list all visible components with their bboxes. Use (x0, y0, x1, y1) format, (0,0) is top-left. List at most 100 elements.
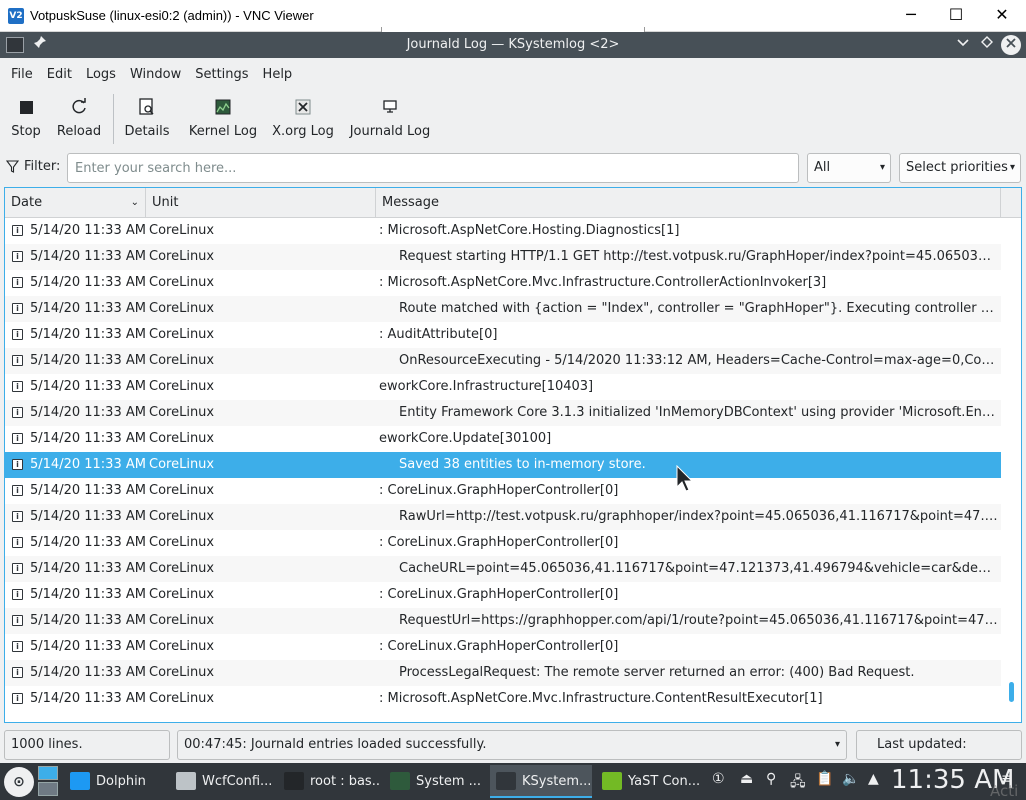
cell-message: : Microsoft.AspNetCore.Hosting.Diagnosti… (379, 223, 680, 238)
column-header-date[interactable]: Date ⌄ (5, 188, 146, 218)
cell-date: 5/14/20 11:33 AM (30, 535, 146, 550)
table-row[interactable]: i 5/14/20 11:33 AM CoreLinux: CoreLinux.Gr… (5, 582, 1001, 608)
vnc-close-button[interactable]: ✕ (979, 0, 1025, 32)
info-priority-icon: i (12, 277, 23, 288)
table-row[interactable]: i 5/14/20 11:33 AM CoreLinux: CoreLinux.Gr… (5, 530, 1001, 556)
filter-scope-select[interactable]: All ▾ (807, 153, 891, 183)
log-table[interactable]: Date ⌄ Unit Message i 5/14/20 11:33 AM Cor… (4, 187, 1022, 723)
vnc-minimize-button[interactable]: ─ (888, 0, 934, 32)
reload-button[interactable]: Reload (56, 90, 102, 148)
cell-date: 5/14/20 11:33 AM (30, 275, 146, 290)
table-row[interactable]: i 5/14/20 11:33 AM CoreLinux: Microsoft.As… (5, 218, 1001, 244)
scrollbar-handle[interactable] (1009, 682, 1014, 702)
cell-date: 5/14/20 11:33 AM (30, 457, 146, 472)
activation-watermark: Acti (990, 782, 1019, 800)
taskbar-task[interactable]: WcfConfi... (170, 765, 274, 798)
cell-date: 5/14/20 11:33 AM (30, 431, 146, 446)
info-priority-icon: i (12, 329, 23, 340)
cell-unit: CoreLinux (149, 405, 215, 420)
cell-date: 5/14/20 11:33 AM (30, 379, 146, 394)
cell-date: 5/14/20 11:33 AM (30, 561, 146, 576)
task-label: KSystem... (522, 774, 592, 789)
reload-label: Reload (56, 124, 102, 139)
table-row[interactable]: i 5/14/20 11:33 AM CoreLinux Saved 38 entit… (5, 452, 1001, 478)
expand-tray-icon[interactable]: ▲ (868, 771, 879, 787)
table-row[interactable]: i 5/14/20 11:33 AM CoreLinux: CoreLinux.Gr… (5, 634, 1001, 660)
cell-message: ProcessLegalRequest: The remote server r… (399, 665, 915, 680)
vertical-scrollbar[interactable] (1003, 218, 1021, 722)
table-row[interactable]: i 5/14/20 11:33 AM CoreLinux eworkCore.Upda… (5, 426, 1001, 452)
cell-unit: CoreLinux (149, 613, 215, 628)
cell-message: Route matched with {action = "Index", co… (399, 301, 999, 316)
status-history-select[interactable]: 00:47:45: Journald entries loaded succes… (177, 730, 847, 760)
search-input[interactable] (67, 153, 799, 183)
minimize-button[interactable] (953, 34, 973, 56)
usb-icon[interactable]: ⚲ (766, 771, 776, 787)
details-label: Details (124, 124, 170, 139)
cell-message: : CoreLinux.GraphHoperController[0] (379, 639, 619, 654)
table-row[interactable]: i 5/14/20 11:33 AM CoreLinux Request starti… (5, 244, 1001, 270)
table-row[interactable]: i 5/14/20 11:33 AM CoreLinux eworkCore.Infr… (5, 374, 1001, 400)
table-row[interactable]: i 5/14/20 11:33 AM CoreLinux Route matched … (5, 296, 1001, 322)
table-row[interactable]: i 5/14/20 11:33 AM CoreLinux: Microsoft.As… (5, 270, 1001, 296)
taskbar-task[interactable]: KSystem... (490, 765, 592, 798)
info-priority-icon: i (12, 537, 23, 548)
info-priority-icon: i (12, 381, 23, 392)
menu-help[interactable]: Help (256, 67, 300, 82)
task-label: System ... (416, 774, 482, 789)
keep-above-button[interactable] (977, 34, 997, 56)
filter-bar: Filter: All ▾ Select priorities ▾ (0, 152, 1026, 184)
column-header-message[interactable]: Message (376, 188, 1001, 218)
volume-icon[interactable]: 🔈 (842, 771, 859, 787)
priority-select[interactable]: Select priorities ▾ (899, 153, 1021, 183)
menu-settings[interactable]: Settings (188, 67, 255, 82)
cell-unit: CoreLinux (149, 353, 215, 368)
stop-button[interactable]: Stop (8, 90, 44, 148)
clipboard-icon[interactable]: 📋 (816, 771, 833, 787)
xorg-log-button[interactable]: X.org Log (272, 90, 334, 148)
taskbar-task[interactable]: YaST Con... (596, 765, 700, 798)
taskbar-task[interactable]: root : bas... (278, 765, 380, 798)
status-message: 00:47:45: Journald entries loaded succes… (184, 737, 487, 752)
column-header-unit[interactable]: Unit (146, 188, 376, 218)
menu-logs[interactable]: Logs (79, 67, 123, 82)
table-row[interactable]: i 5/14/20 11:33 AM CoreLinux Entity Framewo… (5, 400, 1001, 426)
table-row[interactable]: i 5/14/20 11:33 AM CoreLinux: CoreLinux.Gr… (5, 478, 1001, 504)
table-row[interactable]: i 5/14/20 11:33 AM CoreLinux: Microsoft.As… (5, 686, 1001, 712)
xorg-log-label: X.org Log (272, 124, 334, 139)
table-row[interactable]: i 5/14/20 11:33 AM CoreLinux OnResourceExec… (5, 348, 1001, 374)
taskbar-task[interactable]: Dolphin (64, 765, 166, 798)
application-launcher-icon[interactable]: ⊙ (4, 767, 34, 797)
cell-date: 5/14/20 11:33 AM (30, 353, 146, 368)
close-button[interactable] (1001, 35, 1021, 55)
menu-window[interactable]: Window (123, 67, 188, 82)
taskbar-task[interactable]: System ... (384, 765, 486, 798)
update-icon[interactable]: ⏏ (740, 771, 753, 787)
table-row[interactable]: i 5/14/20 11:33 AM CoreLinux: AuditAttribu… (5, 322, 1001, 348)
info-priority-icon: i (12, 589, 23, 600)
reload-icon (72, 98, 86, 114)
task-label: root : bas... (310, 774, 380, 789)
menu-file[interactable]: File (4, 67, 40, 82)
table-row[interactable]: i 5/14/20 11:33 AM CoreLinux CacheURL=point… (5, 556, 1001, 582)
kernel-log-button[interactable]: Kernel Log (188, 90, 258, 148)
cell-date: 5/14/20 11:33 AM (30, 509, 146, 524)
notifications-icon[interactable]: ① (712, 771, 725, 787)
table-row[interactable]: i 5/14/20 11:33 AM CoreLinux ProcessLegalRe… (5, 660, 1001, 686)
toolbar-separator (113, 94, 114, 144)
table-row[interactable]: i 5/14/20 11:33 AM CoreLinux RawUrl=http://… (5, 504, 1001, 530)
menu-edit[interactable]: Edit (40, 67, 79, 82)
info-priority-icon: i (12, 667, 23, 678)
virtual-desktop-2[interactable] (38, 782, 58, 796)
table-row[interactable]: i 5/14/20 11:33 AM CoreLinux RequestUrl=htt… (5, 608, 1001, 634)
info-priority-icon: i (12, 511, 23, 522)
details-button[interactable]: Details (124, 90, 170, 148)
cell-message: : Microsoft.AspNetCore.Mvc.Infrastructur… (379, 275, 827, 290)
virtual-desktop-1[interactable] (38, 766, 58, 780)
mouse-cursor-icon (676, 465, 694, 492)
vnc-maximize-button[interactable]: ☐ (933, 0, 979, 32)
cell-unit: CoreLinux (149, 327, 215, 342)
journald-log-button[interactable]: Journald Log (349, 90, 431, 148)
network-icon[interactable]: 🖧 (790, 771, 806, 795)
cell-message: RequestUrl=https://graphhopper.com/api/1… (399, 613, 999, 628)
